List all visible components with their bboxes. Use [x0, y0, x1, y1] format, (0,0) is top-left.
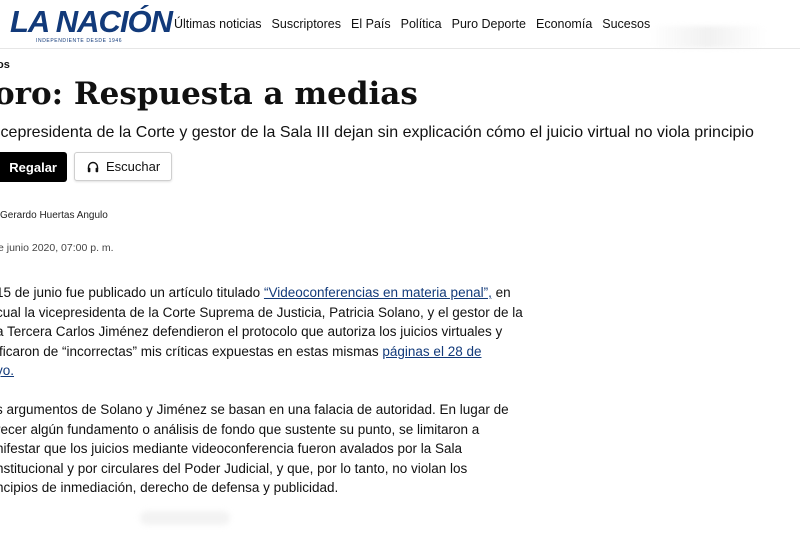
link-videoconferencias[interactable]: “Videoconferencias en materia penal”, [264, 285, 492, 300]
paragraph-line: nstitucional y por circulares del Poder … [0, 460, 468, 476]
nav-item-sucesos[interactable]: Sucesos [602, 16, 650, 32]
paragraph-line: 15 de junio fue publicado un artículo ti… [0, 283, 596, 303]
blurred-header-element [648, 26, 768, 48]
listen-button[interactable]: Escuchar [74, 152, 172, 181]
article-paragraph-2: s argumentos de Solano y Jiménez se basa… [0, 400, 596, 498]
nav-item-ultimas-noticias[interactable]: Últimas noticias [174, 16, 262, 32]
paragraph-line: ificaron de “incorrectas” mis críticas e… [0, 342, 596, 362]
section-kicker[interactable]: os [0, 59, 10, 71]
paragraph-line: ncipios de inmediación, derecho de defen… [0, 480, 339, 495]
article-paragraph-1: 15 de junio fue publicado un artículo ti… [0, 283, 596, 381]
main-nav: Últimas noticias Suscriptores El País Po… [174, 16, 650, 32]
paragraph-text: en [491, 285, 511, 300]
nav-item-economia[interactable]: Economía [536, 16, 592, 32]
headphones-icon [87, 161, 99, 173]
paragraph-text: ificaron de “incorrectas” mis críticas e… [0, 343, 383, 359]
paragraph-text: 15 de junio fue publicado un artículo ti… [0, 285, 264, 300]
link-paginas-28-mayo-cont[interactable]: yo. [0, 363, 14, 378]
blurred-footer-element [140, 511, 230, 525]
top-navigation-bar: LA NACIÓN INDEPENDIENTE DESDE 1946 Últim… [0, 0, 800, 49]
logo-tagline: INDEPENDIENTE DESDE 1946 [36, 38, 123, 44]
paragraph-line: nifestar que los juicios mediante videoc… [0, 441, 463, 456]
nav-item-el-pais[interactable]: El País [351, 16, 391, 32]
article-headline: oro: Respuesta a medias [0, 76, 418, 112]
gift-button-label: Regalar [9, 159, 57, 175]
logo-wordmark: LA NACIÓN [10, 4, 173, 39]
listen-button-label: Escuchar [106, 159, 161, 174]
author-name[interactable]: Gerardo Huertas Angulo [0, 210, 108, 221]
paragraph-line: recer algún fundamento o análisis de fon… [0, 421, 480, 437]
article-subtitle: icepresidenta de la Corte y gestor de la… [0, 124, 754, 141]
gift-article-button[interactable]: Regalar [0, 152, 67, 182]
paragraph-line: s argumentos de Solano y Jiménez se basa… [0, 402, 509, 417]
paragraph-line: cual la vicepresidenta de la Corte Supre… [0, 304, 523, 320]
site-logo[interactable]: LA NACIÓN INDEPENDIENTE DESDE 1946 [10, 5, 173, 45]
publish-date: e junio 2020, 07:00 p. m. [0, 242, 114, 254]
paragraph-line: a Tercera Carlos Jiménez defendieron el … [0, 324, 503, 339]
nav-item-suscriptores[interactable]: Suscriptores [272, 16, 341, 32]
paragraph-line: yo. [0, 361, 596, 381]
nav-item-politica[interactable]: Política [401, 16, 442, 32]
link-paginas-28-mayo[interactable]: páginas el 28 de [382, 344, 481, 359]
nav-item-puro-deporte[interactable]: Puro Deporte [452, 16, 526, 32]
